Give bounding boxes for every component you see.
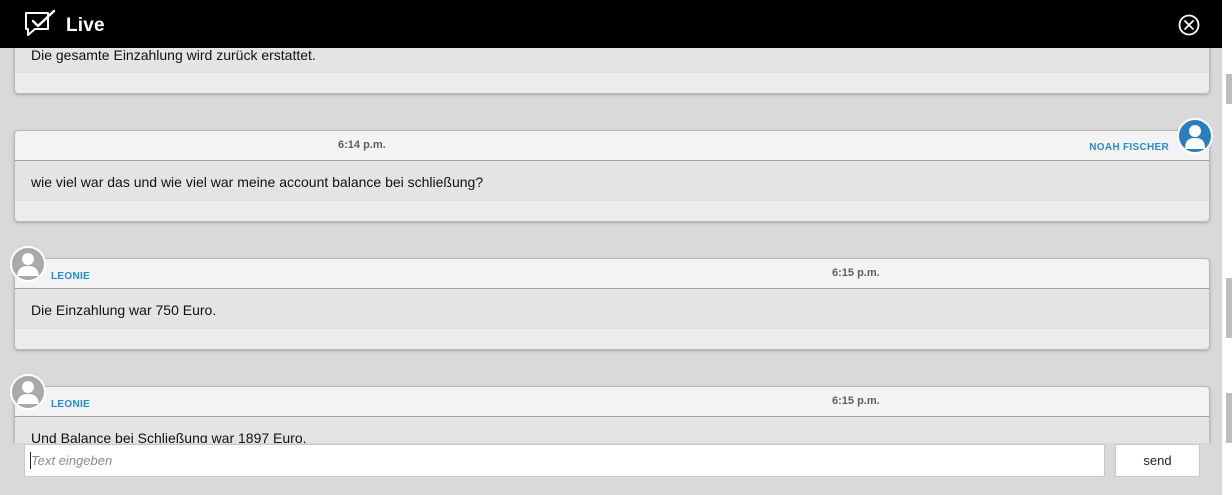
scroll-mark — [1226, 393, 1232, 443]
chat-header: Live — [0, 0, 1222, 48]
message-text: Die Einzahlung war 750 Euro. — [31, 302, 217, 318]
message-text: Die gesamte Einzahlung wird zurück ersta… — [31, 47, 316, 63]
message-card: LEONIE 6:15 p.m. Die Einzahlung war 750 … — [14, 258, 1210, 350]
message-author: LEONIE — [51, 271, 91, 282]
message-author: LEONIE — [51, 399, 91, 410]
message-card: LEONIE 6:15 p.m. Und Balance bei Schließ… — [14, 386, 1210, 443]
message-footer — [15, 200, 1209, 221]
message-author: NOAH FISCHER — [1089, 142, 1169, 153]
agent-avatar-icon — [10, 374, 46, 410]
agent-avatar-icon — [10, 246, 46, 282]
message-meta: LEONIE 6:15 p.m. — [15, 259, 1209, 289]
message-input[interactable] — [24, 444, 1105, 477]
message-time: 6:15 p.m. — [832, 267, 880, 279]
message-time: 6:14 p.m. — [338, 139, 386, 151]
close-icon[interactable] — [1178, 14, 1200, 36]
message-meta: LEONIE 6:15 p.m. — [15, 387, 1209, 417]
chat-title: Live — [66, 15, 105, 36]
message-text: wie viel war das und wie viel war meine … — [31, 174, 484, 190]
scroll-mark — [1226, 74, 1232, 104]
scroll-mark — [1226, 278, 1232, 338]
message-footer — [15, 328, 1209, 349]
message-card: 6:14 p.m. NOAH FISCHER wie viel war das … — [14, 130, 1210, 222]
composer: send — [0, 443, 1222, 495]
page-edge — [1222, 0, 1232, 495]
message-footer — [15, 72, 1209, 93]
message-list[interactable]: Die gesamte Einzahlung wird zurück ersta… — [0, 0, 1222, 443]
chat-window: Die gesamte Einzahlung wird zurück ersta… — [0, 0, 1222, 495]
message-time: 6:15 p.m. — [832, 395, 880, 407]
user-avatar-icon — [1177, 118, 1213, 154]
chat-check-icon — [25, 10, 56, 36]
message-text: Und Balance bei Schließung war 1897 Euro… — [31, 430, 307, 443]
message-meta: 6:14 p.m. NOAH FISCHER — [15, 131, 1209, 161]
text-caret — [30, 452, 31, 469]
send-button[interactable]: send — [1115, 444, 1200, 477]
